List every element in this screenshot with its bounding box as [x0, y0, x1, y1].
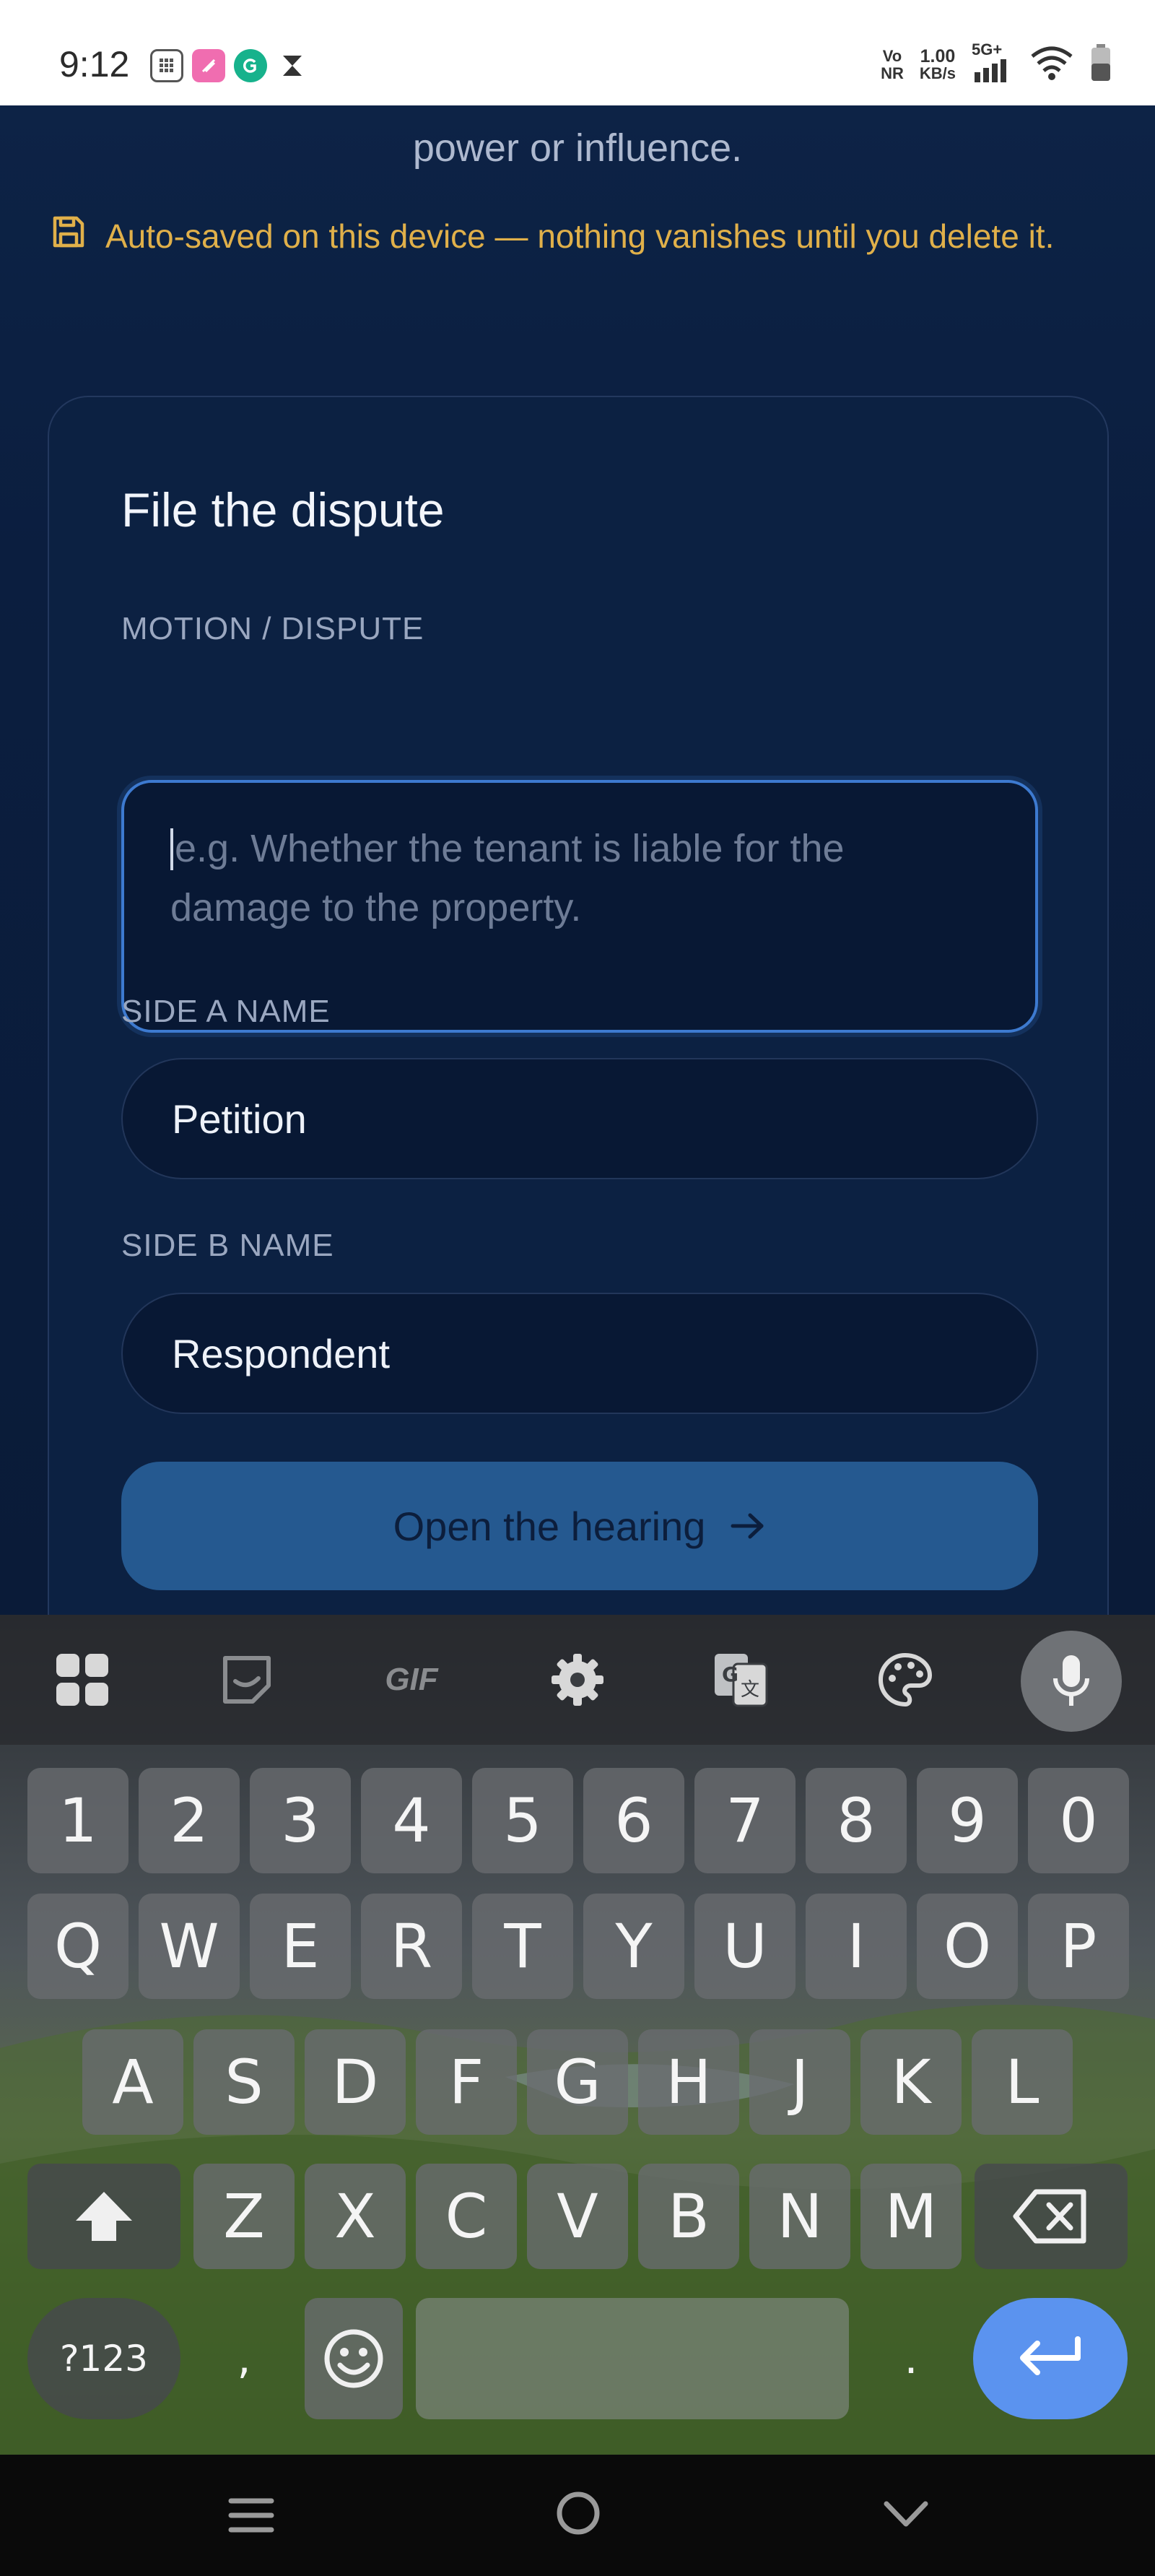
- key-1[interactable]: 1: [27, 1768, 128, 1873]
- open-hearing-label: Open the hearing: [393, 1503, 706, 1549]
- key-l[interactable]: L: [972, 2029, 1073, 2135]
- recents-icon[interactable]: [227, 2495, 276, 2539]
- translate-icon[interactable]: G文: [706, 1645, 775, 1714]
- shift-icon: [76, 2192, 132, 2241]
- key-6[interactable]: 6: [583, 1768, 684, 1873]
- svg-text:G: G: [722, 1662, 738, 1686]
- apps-icon[interactable]: [48, 1645, 117, 1714]
- volte-indicator: Vo NR: [881, 46, 904, 82]
- key-r[interactable]: R: [361, 1894, 462, 1999]
- space-key[interactable]: [416, 2298, 849, 2419]
- open-hearing-button[interactable]: Open the hearing: [121, 1462, 1038, 1590]
- key-h[interactable]: H: [638, 2029, 739, 2135]
- key-e[interactable]: E: [250, 1894, 351, 1999]
- autosave-text: Auto-saved on this device — nothing vani…: [105, 217, 1055, 255]
- key-g[interactable]: G: [527, 2029, 628, 2135]
- signal-icon: 5G+: [972, 40, 1014, 85]
- key-8[interactable]: 8: [806, 1768, 907, 1873]
- side-a-label: SIDE A NAME: [121, 994, 331, 1029]
- emoji-key[interactable]: [305, 2298, 403, 2419]
- mic-icon[interactable]: [1021, 1631, 1122, 1732]
- app-content: power or influence. Auto-saved on this d…: [0, 105, 1155, 1768]
- side-b-input[interactable]: Respondent: [121, 1293, 1038, 1414]
- shift-key[interactable]: [27, 2164, 180, 2269]
- soft-keyboard: GIF G文 1 2 3 4 5 6 7 8 9 0 Q W E R T Y U: [0, 1615, 1155, 2455]
- key-j[interactable]: J: [749, 2029, 850, 2135]
- key-m[interactable]: M: [860, 2164, 962, 2269]
- status-bar: 9:12 Vo NR 1.00 KB/s 5G+: [0, 0, 1155, 105]
- backspace-icon: [1013, 2189, 1086, 2244]
- hourglass-icon: [276, 49, 309, 82]
- key-q[interactable]: Q: [27, 1894, 128, 1999]
- period-key[interactable]: .: [860, 2298, 962, 2419]
- motion-label: MOTION / DISPUTE: [121, 611, 424, 646]
- calculator-icon: [150, 49, 183, 82]
- status-time: 9:12: [59, 44, 130, 84]
- key-7[interactable]: 7: [694, 1768, 796, 1873]
- key-5[interactable]: 5: [472, 1768, 573, 1873]
- side-b-label: SIDE B NAME: [121, 1228, 334, 1263]
- dispute-form-card: File the dispute MOTION / DISPUTE e.g. W…: [48, 396, 1109, 1768]
- text-caret: [170, 828, 173, 870]
- key-4[interactable]: 4: [361, 1768, 462, 1873]
- theme-icon[interactable]: [871, 1645, 940, 1714]
- svg-text:文: 文: [741, 1679, 759, 1701]
- wifi-icon: [1029, 45, 1074, 84]
- key-f[interactable]: F: [416, 2029, 517, 2135]
- battery-icon: [1090, 43, 1112, 86]
- backspace-key[interactable]: [975, 2164, 1128, 2269]
- key-x[interactable]: X: [305, 2164, 406, 2269]
- grammarly-icon: [234, 49, 267, 82]
- settings-icon[interactable]: [543, 1645, 612, 1714]
- system-nav-bar: [0, 2455, 1155, 2576]
- autosave-notice: Auto-saved on this device — nothing vani…: [51, 214, 1054, 258]
- home-icon[interactable]: [554, 2489, 602, 2541]
- notification-icons: [150, 49, 309, 82]
- arrow-right-icon: [730, 1503, 766, 1550]
- key-s[interactable]: S: [193, 2029, 295, 2135]
- key-3[interactable]: 3: [250, 1768, 351, 1873]
- network-speed: 1.00 KB/s: [919, 45, 956, 82]
- gif-icon[interactable]: GIF: [375, 1645, 448, 1714]
- emoji-icon: [324, 2329, 383, 2388]
- back-chevron-icon[interactable]: [882, 2498, 930, 2533]
- key-w[interactable]: W: [139, 1894, 240, 1999]
- key-u[interactable]: U: [694, 1894, 796, 1999]
- enter-icon: [1020, 2336, 1081, 2375]
- key-t[interactable]: T: [472, 1894, 573, 1999]
- key-o[interactable]: O: [917, 1894, 1018, 1999]
- key-y[interactable]: Y: [583, 1894, 684, 1999]
- key-p[interactable]: P: [1028, 1894, 1129, 1999]
- key-9[interactable]: 9: [917, 1768, 1018, 1873]
- sticker-icon[interactable]: [212, 1645, 282, 1714]
- key-v[interactable]: V: [527, 2164, 628, 2269]
- key-k[interactable]: K: [860, 2029, 962, 2135]
- key-i[interactable]: I: [806, 1894, 907, 1999]
- save-icon: [51, 214, 87, 258]
- app-notification-icon: [192, 49, 225, 82]
- intro-text: power or influence.: [412, 126, 743, 170]
- key-d[interactable]: D: [305, 2029, 406, 2135]
- form-title: File the dispute: [121, 483, 445, 537]
- key-b[interactable]: B: [638, 2164, 739, 2269]
- key-n[interactable]: N: [749, 2164, 850, 2269]
- comma-key[interactable]: ,: [193, 2298, 295, 2419]
- status-right: Vo NR 1.00 KB/s 5G+: [881, 40, 1112, 86]
- symbols-key[interactable]: ?123: [27, 2298, 180, 2419]
- motion-placeholder: e.g. Whether the tenant is liable for th…: [170, 827, 845, 929]
- side-a-input[interactable]: Petition: [121, 1058, 1038, 1179]
- key-z[interactable]: Z: [193, 2164, 295, 2269]
- key-2[interactable]: 2: [139, 1768, 240, 1873]
- key-c[interactable]: C: [416, 2164, 517, 2269]
- keyboard-toolbar: GIF G文: [0, 1615, 1155, 1745]
- enter-key[interactable]: [973, 2298, 1128, 2419]
- key-a[interactable]: A: [82, 2029, 183, 2135]
- key-0[interactable]: 0: [1028, 1768, 1129, 1873]
